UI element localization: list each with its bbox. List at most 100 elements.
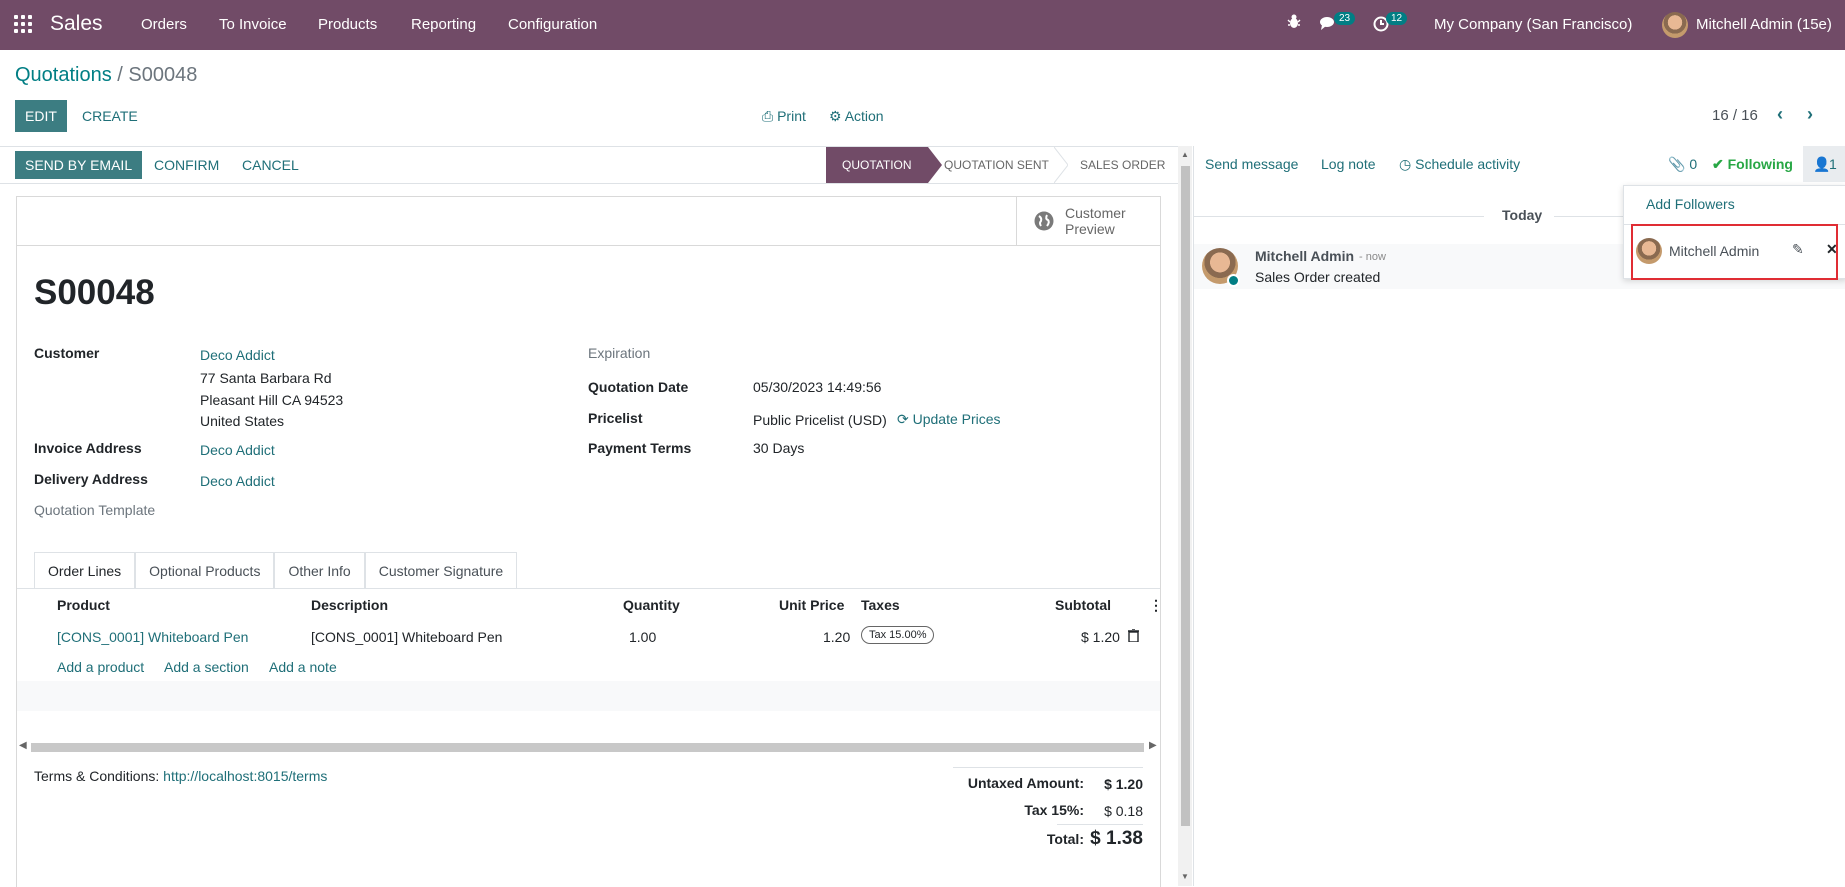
column-subtotal[interactable]: Subtotal <box>1055 597 1111 613</box>
stage-sales-order[interactable]: SALES ORDER <box>1080 147 1165 183</box>
quotation-template-label[interactable]: Quotation Template <box>34 502 155 518</box>
pager-value[interactable]: 16 / 16 <box>1712 107 1758 124</box>
table-row[interactable]: [CONS_0001] Whiteboard Pen [CONS_0001] W… <box>17 621 1160 651</box>
confirm-button[interactable]: CONFIRM <box>154 157 219 173</box>
action-label: Action <box>844 108 884 124</box>
invoice-address-label: Invoice Address <box>34 440 142 456</box>
column-unit-price[interactable]: Unit Price <box>779 597 844 613</box>
total-divider <box>1057 824 1143 825</box>
form-scrollbar-thumb[interactable] <box>1181 166 1190 826</box>
delivery-address-link[interactable]: Deco Addict <box>200 473 275 489</box>
user-menu[interactable]: Mitchell Admin (15e) <box>1696 16 1832 33</box>
app-menu-icon[interactable] <box>14 15 32 33</box>
column-product[interactable]: Product <box>57 597 110 613</box>
status-bar: SEND BY EMAIL CONFIRM CANCEL QUOTATION Q… <box>0 146 1192 184</box>
breadcrumb-current: S00048 <box>128 64 198 86</box>
add-section-link[interactable]: Add a section <box>164 659 249 675</box>
attachments-count: 0 <box>1689 156 1698 172</box>
attachments-button[interactable]: 📎 0 <box>1668 156 1697 173</box>
followers-button[interactable]: 👤 1 <box>1803 146 1845 182</box>
terms-section: Terms & Conditions: http://localhost:801… <box>34 768 327 784</box>
activities-badge: 12 <box>1386 12 1408 25</box>
today-divider-left <box>1194 216 1484 217</box>
pricelist-value[interactable]: Public Pricelist (USD) <box>753 412 887 428</box>
row-tax-badge[interactable]: Tax 15.00% <box>861 626 935 644</box>
invoice-address-link[interactable]: Deco Addict <box>200 442 275 458</box>
trash-icon[interactable] <box>1128 628 1139 645</box>
row-unit-price[interactable]: 1.20 <box>823 629 850 645</box>
terms-link[interactable]: http://localhost:8015/terms <box>163 768 327 784</box>
scroll-down-icon[interactable]: ▼ <box>1181 872 1189 881</box>
tab-customer-signature[interactable]: Customer Signature <box>364 552 518 588</box>
stage-arrow <box>1054 147 1068 183</box>
form-vertical-scrollbar[interactable]: ▲ ▼ <box>1178 146 1192 886</box>
add-note-link[interactable]: Add a note <box>269 659 337 675</box>
message-author[interactable]: Mitchell Admin <box>1255 248 1354 264</box>
app-name[interactable]: Sales <box>50 12 103 36</box>
create-button[interactable]: CREATE <box>82 108 138 124</box>
print-button[interactable]: ⎙ Print <box>762 108 806 125</box>
column-description[interactable]: Description <box>311 597 388 613</box>
horizontal-scrollbar[interactable]: ◀ ▶ <box>17 739 1160 753</box>
stage-quotation-sent[interactable]: QUOTATION SENT <box>944 147 1049 183</box>
update-prices-button[interactable]: ⟳ Update Prices <box>897 411 1001 428</box>
menu-configuration[interactable]: Configuration <box>508 16 597 33</box>
quotation-date-value[interactable]: 05/30/2023 14:49:56 <box>753 379 881 395</box>
stage-quotation[interactable]: QUOTATION <box>826 147 928 183</box>
edit-button[interactable]: EDIT <box>15 100 67 132</box>
message-body: Sales Order created <box>1255 269 1381 285</box>
company-switcher[interactable]: My Company (San Francisco) <box>1434 16 1632 33</box>
add-followers-button[interactable]: Add Followers <box>1646 196 1735 212</box>
today-divider-right <box>1554 216 1634 217</box>
menu-orders[interactable]: Orders <box>141 16 187 33</box>
menu-to-invoice[interactable]: To Invoice <box>219 16 287 33</box>
menu-reporting[interactable]: Reporting <box>411 16 476 33</box>
top-navbar: Sales Orders To Invoice Products Reporti… <box>0 0 1845 50</box>
customer-link[interactable]: Deco Addict <box>200 347 275 363</box>
send-by-email-button[interactable]: SEND BY EMAIL <box>15 151 143 179</box>
scroll-left-icon[interactable]: ◀ <box>19 740 27 751</box>
payment-terms-value[interactable]: 30 Days <box>753 440 804 456</box>
row-product[interactable]: [CONS_0001] Whiteboard Pen <box>57 629 248 645</box>
add-product-link[interactable]: Add a product <box>57 659 144 675</box>
pager-next-icon[interactable]: › <box>1807 104 1813 125</box>
customer-preview-button[interactable]: Customer Preview <box>1016 197 1160 245</box>
row-subtotal: $ 1.20 <box>1081 629 1120 645</box>
print-label: Print <box>777 108 806 124</box>
user-avatar[interactable] <box>1662 12 1688 38</box>
row-description[interactable]: [CONS_0001] Whiteboard Pen <box>311 629 502 645</box>
horizontal-scrollbar-thumb[interactable] <box>31 743 1144 752</box>
scroll-right-icon[interactable]: ▶ <box>1149 740 1157 751</box>
action-button[interactable]: ⚙ Action <box>829 108 884 125</box>
tab-other-info[interactable]: Other Info <box>274 552 365 588</box>
tab-optional-products[interactable]: Optional Products <box>135 552 275 588</box>
bug-icon[interactable] <box>1287 14 1301 34</box>
pager-previous-icon[interactable]: ‹ <box>1777 104 1783 125</box>
log-note-button[interactable]: Log note <box>1321 156 1376 172</box>
tab-order-lines[interactable]: Order Lines <box>34 552 136 588</box>
tax-value: $ 0.18 <box>1104 803 1143 819</box>
untaxed-amount-value: $ 1.20 <box>1104 776 1143 792</box>
scroll-up-icon[interactable]: ▲ <box>1181 150 1189 159</box>
highlight-box <box>1631 224 1838 280</box>
menu-products[interactable]: Products <box>318 16 377 33</box>
refresh-icon: ⟳ <box>897 411 909 427</box>
quotation-date-label: Quotation Date <box>588 379 689 395</box>
breadcrumb-quotations[interactable]: Quotations <box>15 64 112 86</box>
column-taxes[interactable]: Taxes <box>861 597 900 613</box>
expiration-label[interactable]: Expiration <box>588 345 650 361</box>
payment-terms-label: Payment Terms <box>588 440 692 456</box>
messages-badge: 23 <box>1334 12 1356 25</box>
form-sheet: Customer Preview S00048 Customer Deco Ad… <box>16 196 1163 887</box>
chatter-topbar: Send message Log note ◷ Schedule activit… <box>1194 146 1845 182</box>
send-message-button[interactable]: Send message <box>1205 156 1298 172</box>
row-quantity[interactable]: 1.00 <box>629 629 656 645</box>
stage-arrow-active <box>928 147 942 183</box>
print-icon: ⎙ <box>762 108 774 124</box>
schedule-activity-button[interactable]: ◷ Schedule activity <box>1399 156 1520 173</box>
customer-address-line1: 77 Santa Barbara Rd <box>200 370 332 386</box>
following-button[interactable]: ✔ Following <box>1712 156 1793 173</box>
column-options-icon[interactable]: ⋮ <box>1149 597 1163 614</box>
column-quantity[interactable]: Quantity <box>623 597 680 613</box>
cancel-button[interactable]: CANCEL <box>242 157 299 173</box>
